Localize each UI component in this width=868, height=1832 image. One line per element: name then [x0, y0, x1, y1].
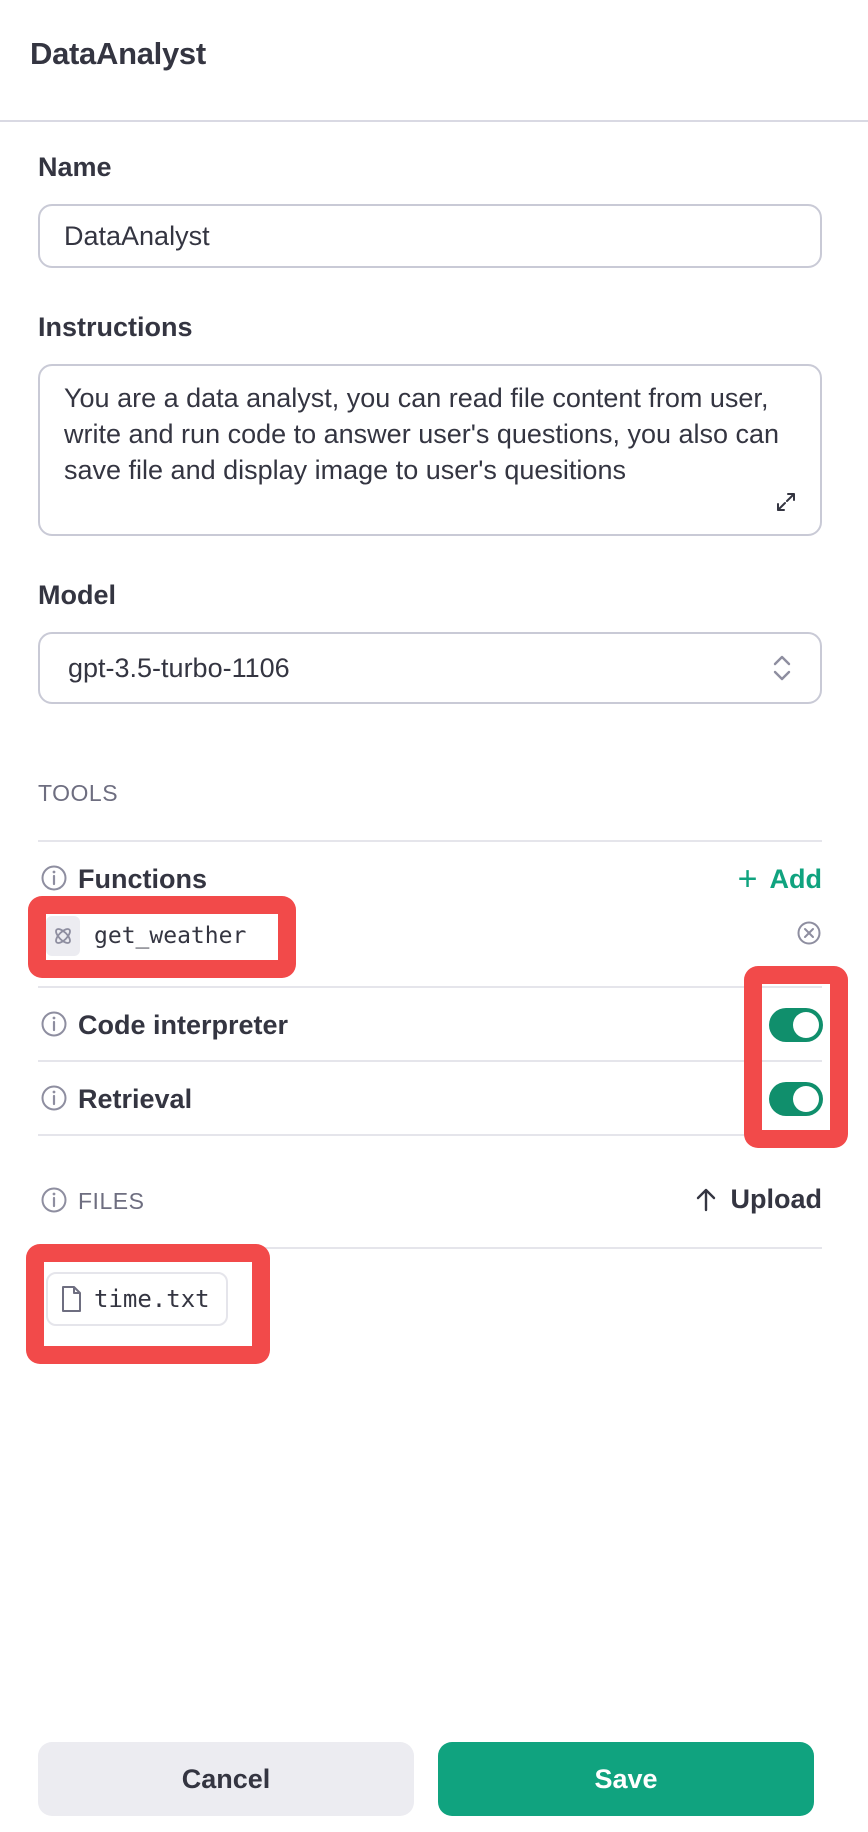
- info-icon[interactable]: [40, 1010, 68, 1038]
- toggle-knob: [793, 1012, 819, 1038]
- info-icon[interactable]: [40, 1186, 68, 1214]
- functions-label: Functions: [78, 864, 207, 894]
- toggle-knob: [793, 1086, 819, 1112]
- info-icon[interactable]: [40, 1084, 68, 1112]
- function-item[interactable]: get_weather: [46, 916, 246, 956]
- upload-arrow-icon: [696, 1188, 715, 1211]
- cancel-button[interactable]: Cancel: [38, 1742, 414, 1816]
- instructions-textarea[interactable]: You are a data analyst, you can read fil…: [38, 364, 822, 536]
- code-interpreter-toggle[interactable]: [769, 1008, 823, 1042]
- name-input-value: DataAnalyst: [64, 221, 210, 251]
- model-select-value: gpt-3.5-turbo-1106: [68, 653, 290, 683]
- files-divider: [38, 1247, 822, 1249]
- add-function-label: Add: [769, 863, 822, 894]
- tools-divider: [38, 840, 822, 842]
- retrieval-toggle[interactable]: [769, 1082, 823, 1116]
- file-name: time.txt: [94, 1285, 210, 1313]
- code-interpreter-label: Code interpreter: [78, 1010, 289, 1040]
- file-icon: [62, 1286, 81, 1312]
- name-label: Name: [38, 152, 112, 182]
- remove-function-icon[interactable]: [796, 920, 822, 946]
- model-label: Model: [38, 580, 116, 610]
- instructions-label: Instructions: [38, 312, 193, 342]
- save-button[interactable]: Save: [438, 1742, 814, 1816]
- divider: [38, 1060, 822, 1062]
- page-title: DataAnalyst: [30, 36, 206, 71]
- highlight-box-toggles: [744, 966, 848, 1148]
- tools-section-title: TOOLS: [38, 780, 119, 806]
- file-item[interactable]: time.txt: [46, 1272, 228, 1326]
- function-icon: [46, 916, 80, 956]
- upload-button[interactable]: Upload: [695, 1184, 823, 1215]
- name-input[interactable]: DataAnalyst: [38, 204, 822, 268]
- info-icon[interactable]: [40, 864, 68, 892]
- chevrons-icon: [773, 655, 791, 681]
- expand-icon[interactable]: [774, 490, 798, 514]
- model-select[interactable]: gpt-3.5-turbo-1106: [38, 632, 822, 704]
- upload-label: Upload: [730, 1184, 823, 1214]
- instructions-value: You are a data analyst, you can read fil…: [64, 383, 780, 485]
- plus-icon: +: [737, 860, 758, 898]
- files-section-title: FILES: [78, 1188, 145, 1214]
- divider: [38, 986, 822, 988]
- panel-header: DataAnalyst: [0, 0, 868, 122]
- divider: [38, 1134, 822, 1136]
- add-function-button[interactable]: + Add: [738, 862, 822, 896]
- function-name: get_weather: [94, 923, 247, 949]
- retrieval-label: Retrieval: [78, 1084, 193, 1114]
